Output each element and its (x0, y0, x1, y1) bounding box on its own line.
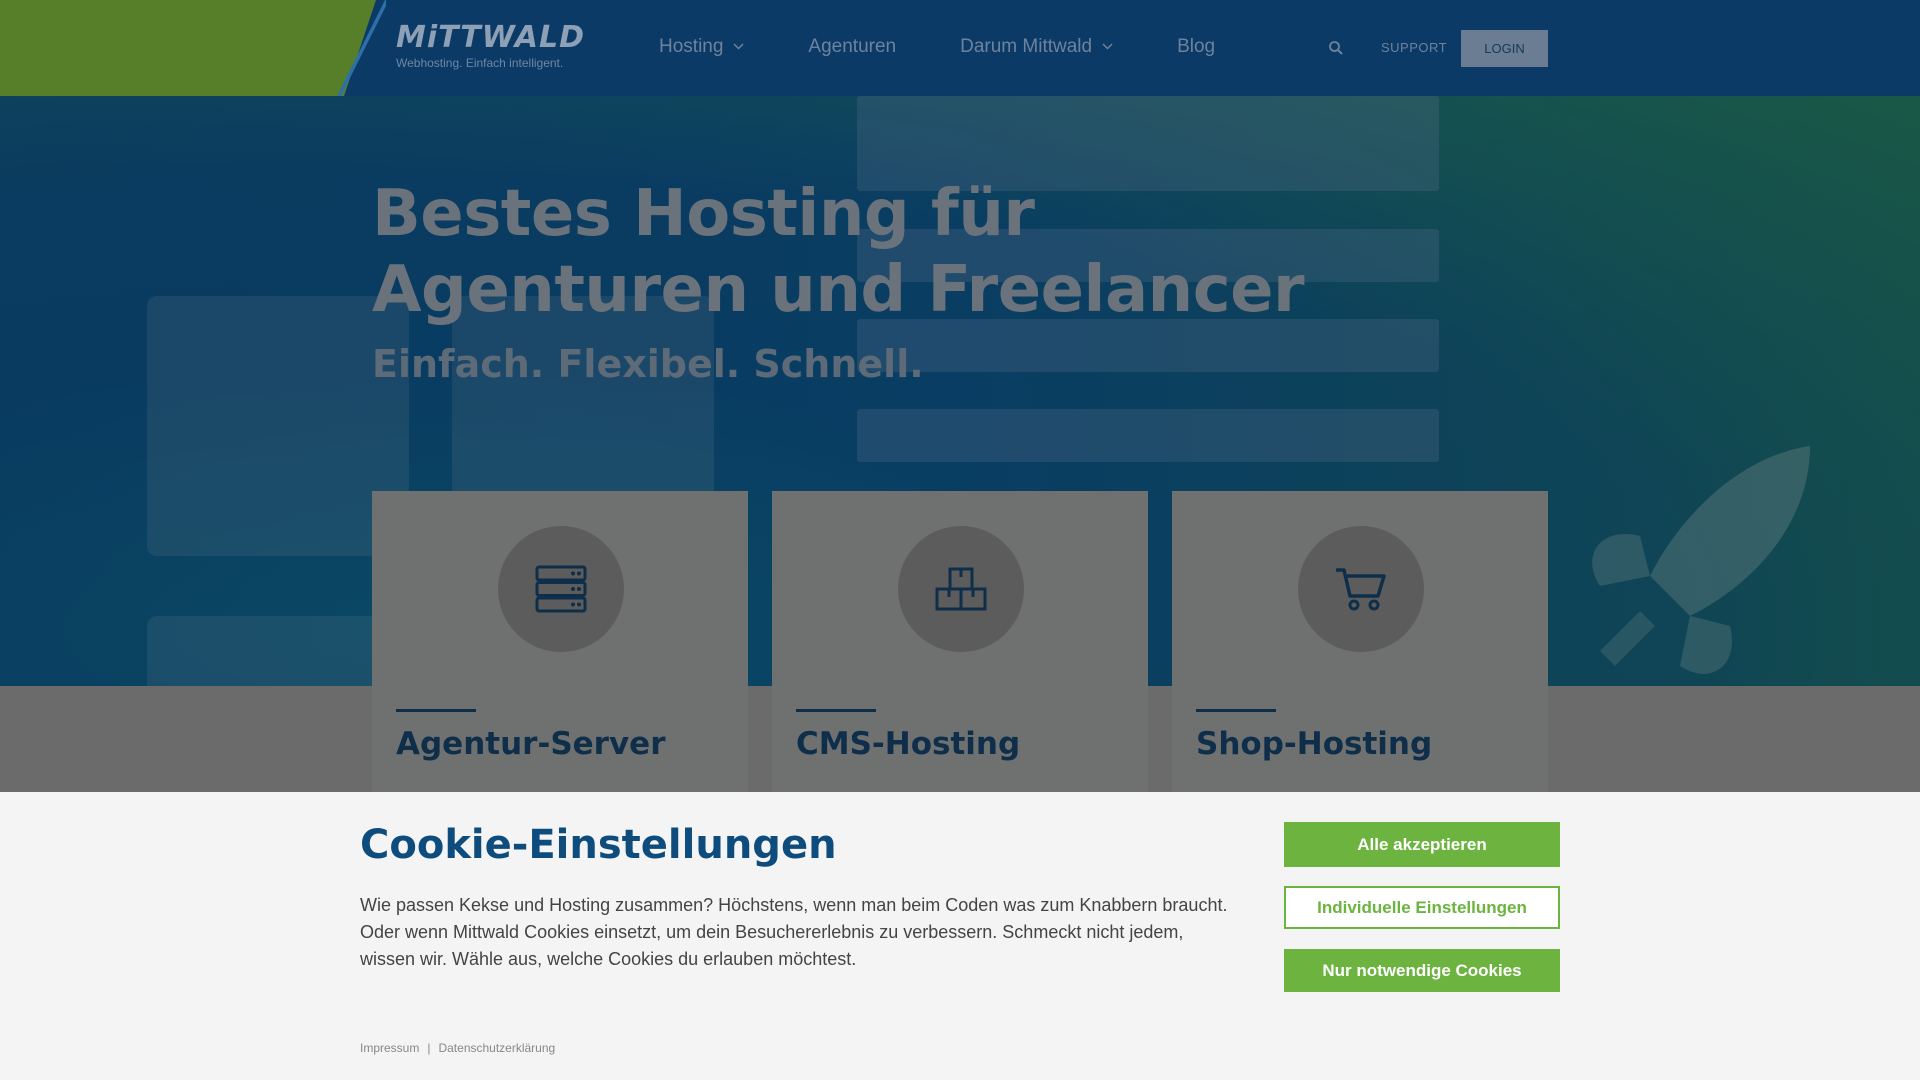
necessary-only-button[interactable]: Nur notwendige Cookies (1284, 949, 1560, 992)
decorative-tile (147, 296, 409, 556)
support-link[interactable]: SUPPORT (1381, 40, 1447, 55)
header-green-accent (0, 0, 376, 96)
shopping-cart-icon (1336, 568, 1386, 611)
rocket-icon (1592, 446, 1810, 674)
chevron-down-icon (1102, 41, 1113, 53)
boxes-icon (935, 567, 987, 611)
nav-item-agenturen[interactable]: Agenturen (808, 36, 896, 58)
main-nav: Hosting Agenturen Darum Mittwald Blog (659, 36, 1215, 58)
hero-title: Bestes Hosting für Agenturen und Freelan… (372, 177, 1305, 327)
decorative-bar (857, 409, 1439, 462)
card-title: Agentur-Server (396, 726, 666, 762)
login-button[interactable]: LOGIN (1461, 30, 1548, 67)
search-icon[interactable] (1328, 40, 1344, 56)
cookie-title: Cookie-Einstellungen (360, 822, 837, 868)
site-header: MiTTWALD Webhosting. Einfach intelligent… (0, 0, 1920, 96)
mittwald-logo[interactable]: MiTTWALD Webhosting. Einfach intelligent… (396, 20, 586, 71)
hero-subtitle: Einfach. Flexibel. Schnell. (372, 342, 924, 386)
link-separator: | (427, 1041, 431, 1055)
impressum-link[interactable]: Impressum (360, 1041, 419, 1055)
individual-settings-button[interactable]: Individuelle Einstellungen (1284, 886, 1560, 929)
card-title: Shop-Hosting (1196, 726, 1433, 762)
accept-all-button[interactable]: Alle akzeptieren (1284, 822, 1560, 867)
logo-tagline: Webhosting. Einfach intelligent. (396, 56, 564, 70)
cookie-consent-panel: Cookie-Einstellungen Wie passen Kekse un… (0, 792, 1920, 1080)
server-icon (535, 565, 587, 613)
cookie-footer-links: Impressum | Datenschutzerklärung (360, 1041, 555, 1055)
nav-item-hosting[interactable]: Hosting (659, 36, 744, 58)
nav-item-blog[interactable]: Blog (1177, 36, 1215, 58)
cookie-description: Wie passen Kekse und Hosting zusammen? H… (360, 895, 1228, 969)
header-diagonal-line (338, 0, 386, 96)
nav-item-darum-mittwald[interactable]: Darum Mittwald (960, 36, 1113, 58)
decorative-tile (147, 616, 409, 686)
logo-wordmark: MiTTWALD (396, 20, 586, 55)
card-title: CMS-Hosting (796, 726, 1021, 762)
chevron-down-icon (733, 41, 744, 53)
privacy-link[interactable]: Datenschutzerklärung (438, 1041, 555, 1055)
